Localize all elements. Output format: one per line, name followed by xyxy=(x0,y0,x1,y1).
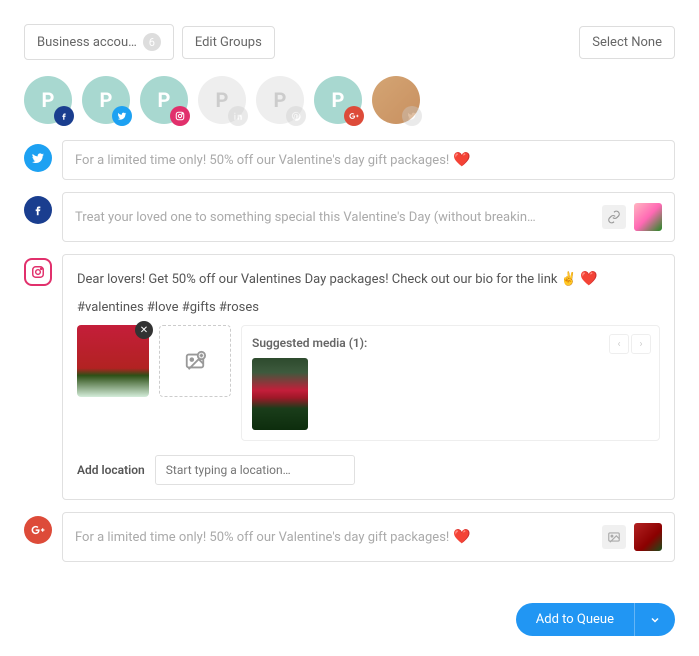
media-row: ✕ Suggested media (1): ‹ › xyxy=(77,325,660,441)
gplus-icon xyxy=(24,516,52,544)
twitter-icon xyxy=(24,144,52,172)
image-icon[interactable] xyxy=(602,525,626,549)
suggested-next-button[interactable]: › xyxy=(631,334,651,354)
gplus-thumbnail[interactable] xyxy=(634,523,662,551)
business-account-button[interactable]: Business accou… 6 xyxy=(24,24,174,60)
avatar-facebook[interactable]: P xyxy=(24,76,72,124)
avatar-gplus[interactable]: P xyxy=(314,76,362,124)
business-account-label: Business accou… xyxy=(37,35,137,50)
pinterest-icon xyxy=(286,106,306,126)
link-icon[interactable] xyxy=(602,205,626,229)
queue-dropdown-button[interactable] xyxy=(634,603,675,636)
avatar-row: P P P P P P xyxy=(24,76,675,124)
suggested-media-box: Suggested media (1): ‹ › xyxy=(241,325,660,441)
instagram-icon xyxy=(24,258,52,286)
avatar-pinterest[interactable]: P xyxy=(256,76,304,124)
suggested-media-label: Suggested media (1): xyxy=(252,336,649,350)
avatar-instagram[interactable]: P xyxy=(140,76,188,124)
instagram-icon xyxy=(170,106,190,126)
facebook-thumbnail[interactable] xyxy=(634,203,662,231)
facebook-row: Treat your loved one to something specia… xyxy=(24,192,675,242)
heart-emoji: ❤️ xyxy=(580,271,597,287)
remove-media-icon[interactable]: ✕ xyxy=(135,321,153,339)
footer: Add to Queue xyxy=(516,603,675,636)
location-row: Add location xyxy=(77,455,660,485)
twitter-row: For a limited time only! 50% off our Val… xyxy=(24,140,675,180)
twitter-placeholder: For a limited time only! 50% off our Val… xyxy=(75,152,662,168)
top-bar: Business accou… 6 Edit Groups Select Non… xyxy=(24,24,675,60)
edit-groups-button[interactable]: Edit Groups xyxy=(182,26,275,59)
suggested-media-thumb[interactable] xyxy=(252,358,308,430)
suggested-prev-button[interactable]: ‹ xyxy=(609,334,629,354)
attached-media-thumb[interactable]: ✕ xyxy=(77,325,149,397)
suggested-nav: ‹ › xyxy=(609,334,651,354)
peace-emoji: ✌️ xyxy=(561,272,577,287)
facebook-icon xyxy=(54,106,74,126)
location-input[interactable] xyxy=(155,455,355,485)
facebook-composer[interactable]: Treat your loved one to something specia… xyxy=(62,192,675,242)
instagram-row: Dear lovers! Get 50% off our Valentines … xyxy=(24,254,675,500)
facebook-placeholder: Treat your loved one to something specia… xyxy=(75,210,594,225)
add-to-queue-button[interactable]: Add to Queue xyxy=(516,603,634,636)
select-none-button[interactable]: Select None xyxy=(579,26,675,59)
twitter-icon xyxy=(402,106,422,126)
instagram-composer[interactable]: Dear lovers! Get 50% off our Valentines … xyxy=(62,254,675,500)
avatar-person[interactable] xyxy=(372,76,420,124)
facebook-icon xyxy=(24,196,52,224)
twitter-icon xyxy=(112,106,132,126)
account-count-badge: 6 xyxy=(143,33,161,51)
gplus-row: For a limited time only! 50% off our Val… xyxy=(24,512,675,562)
avatar-linkedin[interactable]: P xyxy=(198,76,246,124)
chevron-down-icon xyxy=(649,614,661,626)
gplus-icon xyxy=(344,106,364,126)
instagram-text: Dear lovers! Get 50% off our Valentines … xyxy=(77,269,660,290)
add-location-label: Add location xyxy=(77,463,145,477)
gplus-placeholder: For a limited time only! 50% off our Val… xyxy=(75,529,594,545)
instagram-hashtags: #valentines #love #gifts #roses xyxy=(77,300,660,315)
linkedin-icon xyxy=(228,106,248,126)
gplus-composer[interactable]: For a limited time only! 50% off our Val… xyxy=(62,512,675,562)
twitter-composer[interactable]: For a limited time only! 50% off our Val… xyxy=(62,140,675,180)
add-media-button[interactable] xyxy=(159,325,231,397)
avatar-twitter[interactable]: P xyxy=(82,76,130,124)
